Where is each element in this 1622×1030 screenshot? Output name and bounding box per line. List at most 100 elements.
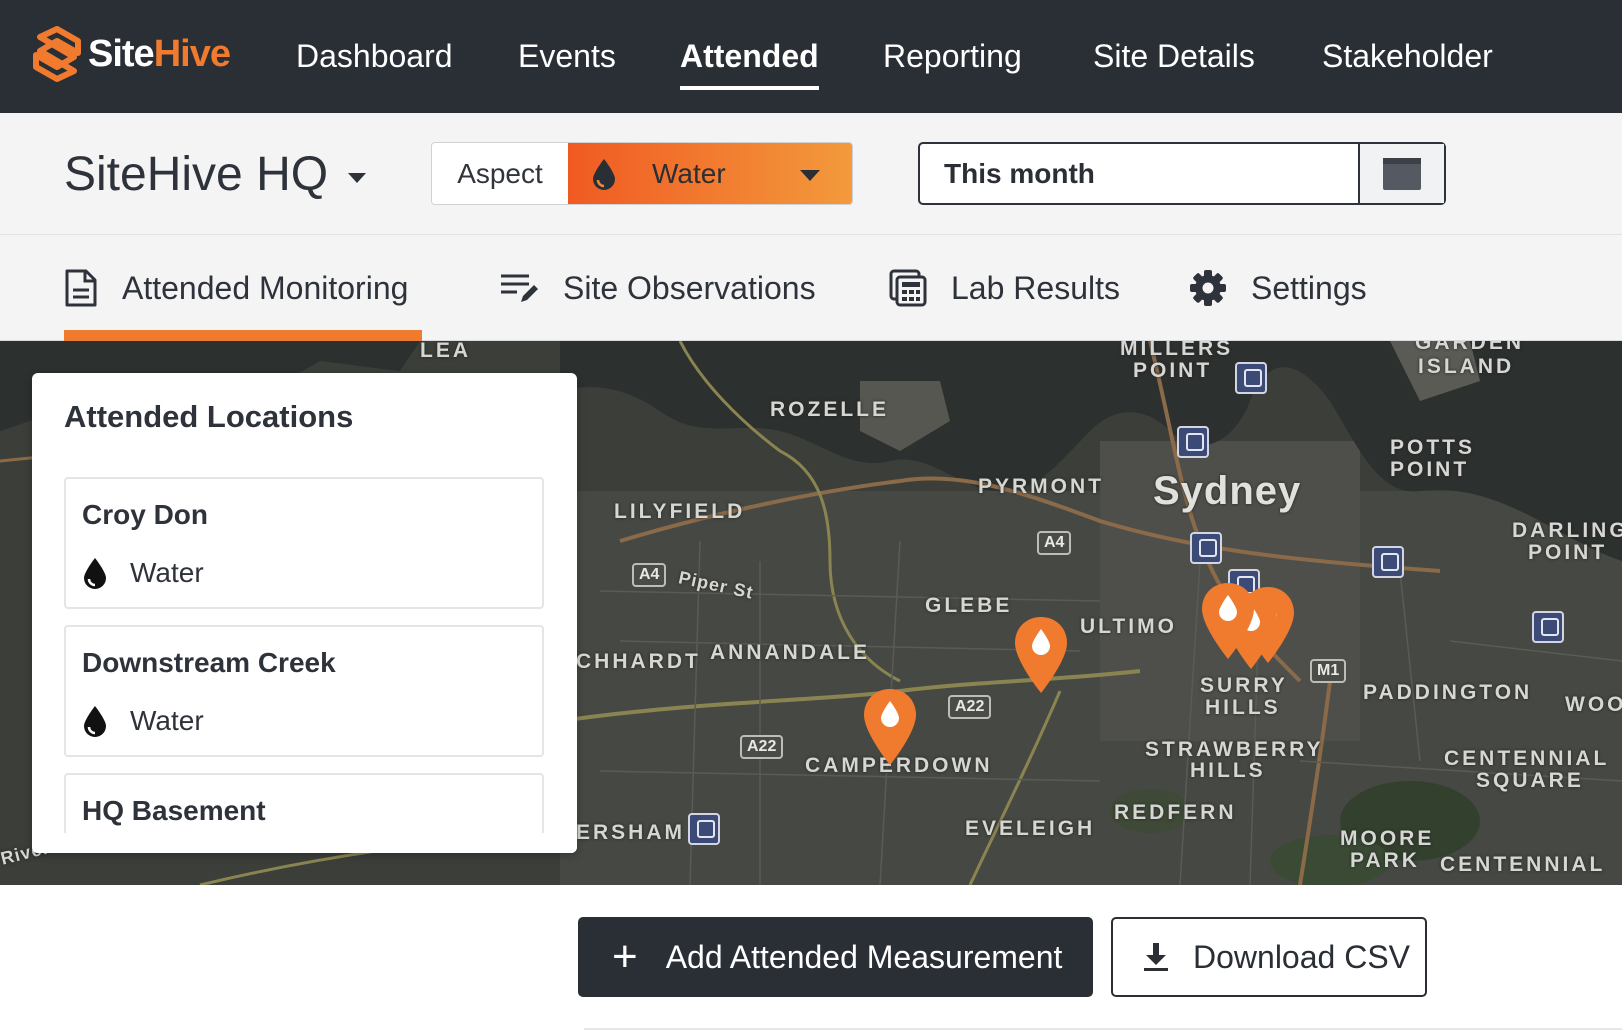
map-label: WOO (1565, 693, 1622, 716)
site-name: SiteHive HQ (64, 148, 329, 201)
map-label: SQUARE (1476, 769, 1584, 792)
map-label: CENTENNIAL (1444, 747, 1610, 770)
logo-text: SiteHive (88, 32, 231, 75)
location-aspect-label: Water (130, 705, 204, 736)
map-pin-icon[interactable] (862, 687, 918, 767)
date-range-input[interactable]: This month (920, 144, 1358, 203)
tab-site-observations[interactable]: Site Observations (499, 265, 816, 311)
map-pin-icon[interactable] (1013, 615, 1069, 695)
csv-button-label: Download CSV (1193, 938, 1410, 975)
location-card[interactable]: Downstream Creek Water (64, 625, 544, 757)
chevron-down-icon (348, 172, 367, 183)
tab-lab-results[interactable]: Lab Results (889, 265, 1120, 311)
map-label: ERSHAM (576, 821, 686, 844)
map-label: PARK (1350, 849, 1420, 872)
filter-bar: SiteHive HQ Aspect Water This month (0, 113, 1622, 235)
road-shield: A4 (1037, 531, 1072, 555)
road-shield: M1 (1310, 659, 1347, 683)
tab-label: Lab Results (951, 269, 1120, 306)
map-label: ANNANDALE (710, 641, 870, 664)
train-station-icon[interactable] (688, 813, 720, 845)
aspect-filter: Aspect Water (431, 142, 853, 205)
road-shield: A4 (632, 563, 667, 587)
map-label: GARDEN (1415, 341, 1525, 354)
map-label: EVELEIGH (965, 817, 1096, 840)
map-label: HILLS (1205, 696, 1281, 719)
download-icon (1144, 943, 1168, 971)
map-label: ROZELLE (770, 398, 889, 421)
site-selector[interactable]: SiteHive HQ (64, 147, 367, 202)
nav-attended-label: Attended (680, 38, 819, 74)
add-button-label: Add Attended Measurement (665, 938, 1063, 975)
nav-attended[interactable]: Attended (680, 38, 819, 90)
road-shield: A22 (740, 735, 784, 759)
add-attended-measurement-button[interactable]: + Add Attended Measurement (578, 917, 1093, 997)
nav-site-details[interactable]: Site Details (1093, 38, 1255, 75)
nav-reporting[interactable]: Reporting (883, 38, 1022, 75)
panel-bottom-mask (32, 833, 577, 853)
location-name: Croy Don (82, 499, 208, 530)
map-label: HILLS (1190, 759, 1266, 782)
map-label: MILLERS (1120, 341, 1234, 360)
location-card[interactable]: Croy Don Water (64, 477, 544, 609)
water-drop-icon (84, 558, 106, 589)
document-icon (65, 269, 97, 307)
map-label: POTTS (1390, 436, 1476, 459)
train-station-icon[interactable] (1190, 532, 1222, 564)
map-label: MOORE (1340, 827, 1435, 850)
chevron-down-icon (800, 170, 820, 181)
map-label: CHHARDT (576, 650, 701, 673)
map-label: REDFERN (1114, 801, 1237, 824)
map-label: DARLING (1512, 519, 1622, 542)
map-label: ISLAND (1418, 355, 1515, 378)
location-aspect-label: Water (130, 557, 204, 588)
calendar-icon (1383, 157, 1421, 190)
calendar-button[interactable] (1358, 144, 1444, 203)
aspect-label: Aspect (432, 143, 568, 204)
edit-list-icon (501, 274, 538, 302)
tab-attended-monitoring[interactable]: Attended Monitoring (64, 265, 408, 311)
map-label: POINT (1133, 359, 1213, 382)
map-pin-icon[interactable] (1200, 581, 1256, 661)
map-label: LEA (420, 341, 471, 362)
download-csv-button[interactable]: Download CSV (1111, 917, 1427, 997)
train-station-icon[interactable] (1532, 611, 1564, 643)
map-label: PADDINGTON (1363, 681, 1533, 704)
nav-active-indicator (680, 86, 819, 90)
tab-settings[interactable]: Settings (1189, 265, 1367, 311)
train-station-icon[interactable] (1177, 426, 1209, 458)
location-aspect: Water (82, 557, 204, 589)
plus-icon: + (612, 932, 638, 981)
map-label: PYRMONT (978, 475, 1104, 498)
map-label: SURRY (1200, 674, 1288, 697)
water-drop-icon (84, 706, 106, 737)
map-label: CENTENNIAL (1440, 853, 1606, 876)
map-label: GLEBE (925, 594, 1013, 617)
tab-label: Site Observations (563, 269, 816, 306)
train-station-icon[interactable] (1372, 546, 1404, 578)
aspect-dropdown[interactable]: Water (568, 143, 852, 204)
train-station-icon[interactable] (1235, 362, 1267, 394)
nav-events[interactable]: Events (518, 38, 616, 75)
nav-stakeholder[interactable]: Stakeholder (1322, 38, 1493, 75)
map-label: POINT (1390, 458, 1470, 481)
location-name: HQ Basement (82, 795, 266, 826)
sitehive-logo-icon (33, 26, 81, 82)
tab-label: Attended Monitoring (122, 269, 409, 306)
nav-dashboard[interactable]: Dashboard (296, 38, 453, 75)
water-drop-icon (593, 158, 615, 190)
sitehive-logo[interactable]: SiteHive (30, 26, 231, 82)
attended-locations-panel: Attended Locations Croy Don Water Downst… (32, 373, 577, 853)
top-navigation: SiteHive Dashboard Events Attended Repor… (0, 0, 1622, 113)
map-label: POINT (1528, 541, 1608, 564)
road-shield: A22 (948, 695, 992, 719)
map-label: LILYFIELD (614, 500, 746, 523)
panel-title: Attended Locations (64, 399, 354, 434)
location-aspect: Water (82, 705, 204, 737)
sub-tabs: Attended Monitoring Site Observations La… (0, 235, 1622, 341)
location-name: Downstream Creek (82, 647, 336, 678)
calculator-icon (889, 269, 927, 307)
map-label-city: Sydney (1153, 469, 1302, 513)
tab-label: Settings (1251, 269, 1367, 306)
active-tab-indicator (64, 330, 422, 341)
